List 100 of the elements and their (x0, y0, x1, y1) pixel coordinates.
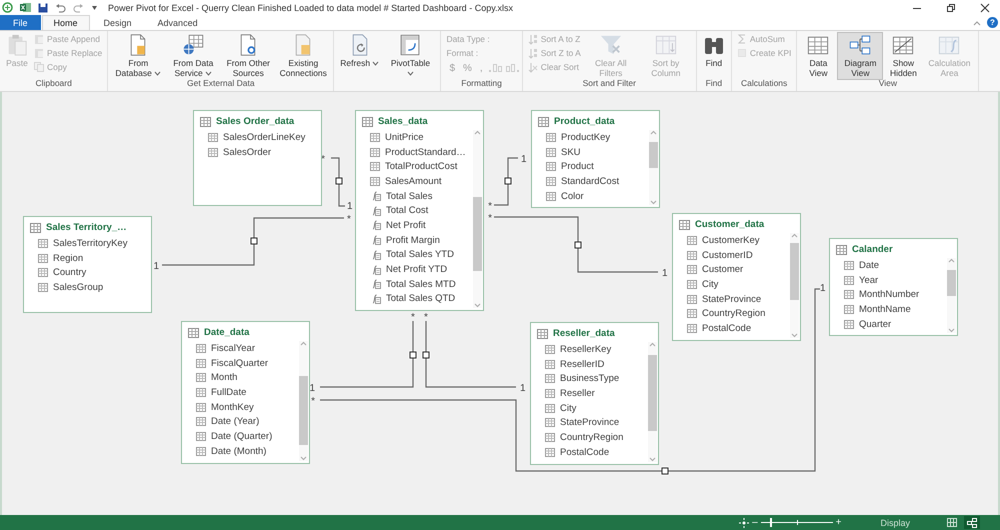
table-field[interactable]: SalesOrder (223, 146, 272, 158)
table-field[interactable]: Net Profit (386, 220, 426, 231)
table-field[interactable]: StandardCost (561, 176, 620, 187)
table-field[interactable]: Date (Month) (211, 446, 266, 457)
ribbon-button[interactable]: Show Hidden (884, 32, 922, 80)
table-field[interactable]: FiscalYear (211, 342, 256, 354)
table-field[interactable]: CountryRegion (560, 432, 624, 443)
table-field[interactable]: Date (Quarter) (211, 430, 272, 442)
table-field[interactable]: ResellerID (560, 358, 604, 370)
close-icon[interactable] (980, 2, 990, 12)
ribbon-button[interactable]: From Other Sources (221, 32, 276, 80)
table-field[interactable]: BusinessType (560, 373, 620, 384)
table-field[interactable]: Reseller (560, 388, 595, 399)
redo-icon[interactable] (73, 2, 84, 12)
table-field[interactable]: Total Cost (386, 205, 428, 216)
table-field[interactable]: Month (211, 372, 238, 384)
slider-thumb[interactable] (770, 518, 772, 527)
table-card[interactable]: Sales_data UnitPrice ProductStandard… TotalProductCost SalesAmount Total Sales Total Cost Net Profit Profit Margin Total Sales YTD Net Profit YTD Total Sales MTD Total Sales QTD (355, 110, 484, 312)
scrollbar[interactable] (299, 341, 308, 460)
view-button[interactable] (944, 516, 960, 529)
table-field[interactable]: Country (53, 267, 86, 278)
table-field[interactable]: Total Sales YTD (386, 249, 454, 260)
table-field[interactable]: ProductStandard… (385, 146, 466, 158)
table-field[interactable]: Customer (702, 264, 744, 276)
ribbon-button[interactable]: Existing Connections (276, 32, 330, 80)
app-icon[interactable] (2, 2, 13, 13)
ribbon-tab[interactable]: Advanced (146, 15, 210, 30)
table-field[interactable]: Year (859, 274, 878, 286)
undo-icon[interactable] (55, 2, 66, 12)
table-field[interactable]: MonthNumber (859, 289, 920, 300)
ribbon-button[interactable]: Find (700, 32, 728, 70)
ribbon-button[interactable]: PivotTable (383, 32, 438, 80)
table-field[interactable]: Date (859, 260, 880, 271)
table-card[interactable]: Date_data FiscalYear FiscalQuarter Month FullDate MonthKey Date (Year) Date (Quarter) Date (Month) (181, 321, 310, 464)
ribbon-tab[interactable]: Design (92, 15, 144, 30)
table-field[interactable]: SalesOrderLineKey (223, 132, 306, 143)
table-field[interactable]: Total Sales (386, 190, 432, 202)
table-field[interactable]: StateProvince (702, 294, 762, 305)
scrollbar[interactable] (473, 130, 482, 308)
table-field[interactable]: Quarter (859, 318, 892, 330)
relationship-line[interactable] (331, 157, 345, 207)
table-field[interactable]: Net Profit YTD (386, 264, 448, 276)
table-field[interactable]: SalesGroup (53, 282, 104, 293)
table-card[interactable]: Calander Date Year MonthNumber MonthName Quarter (829, 238, 958, 336)
scrollbar[interactable] (649, 130, 658, 206)
scroll-down-icon[interactable] (948, 328, 955, 334)
table-field[interactable]: UnitPrice (385, 132, 424, 143)
table-field[interactable]: Color (561, 190, 584, 202)
view-button[interactable] (964, 516, 980, 529)
ribbon-button[interactable]: From Data Service (166, 32, 220, 80)
ribbon-tab[interactable]: Home (42, 15, 90, 30)
scroll-up-icon[interactable] (791, 233, 798, 238)
scroll-down-icon[interactable] (474, 303, 481, 308)
collapse-caret-icon[interactable] (973, 20, 981, 26)
table-field[interactable]: CountryRegion (702, 308, 766, 320)
table-field[interactable]: StateProvince (560, 417, 620, 428)
table-card[interactable]: Reseller_data ResellerKey ResellerID BusinessType Reseller City StateProvince CountryRegion PostalCode (530, 322, 659, 464)
scroll-up-icon[interactable] (948, 258, 955, 263)
scrollbar[interactable] (947, 258, 956, 334)
scroll-up-icon[interactable] (650, 130, 657, 135)
scrollbar[interactable] (790, 233, 799, 338)
table-field[interactable]: Product (561, 161, 594, 172)
table-field[interactable]: CustomerID (702, 250, 753, 261)
file-tab[interactable]: File (0, 15, 41, 30)
scroll-down-icon[interactable] (300, 456, 307, 460)
scroll-up-icon[interactable] (300, 341, 307, 346)
table-field[interactable]: MonthKey (211, 402, 254, 413)
ribbon-button[interactable]: Refresh (337, 32, 382, 70)
table-field[interactable]: PostalCode (560, 446, 610, 458)
table-field[interactable]: Region (53, 252, 84, 264)
restore-icon[interactable] (946, 2, 956, 12)
table-field[interactable]: Total Sales MTD (386, 278, 456, 290)
scroll-up-icon[interactable] (649, 342, 656, 347)
table-card[interactable]: Customer_data CustomerKey CustomerID Customer City StateProvince CountryRegion PostalCode (672, 213, 801, 341)
table-field[interactable]: ProductKey (561, 132, 610, 143)
scroll-up-icon[interactable] (474, 130, 481, 135)
table-field[interactable]: CustomerKey (702, 234, 760, 246)
table-field[interactable]: SalesTerritoryKey (53, 238, 128, 249)
table-card[interactable]: Sales Order_data SalesOrderLineKey SalesOrder (193, 110, 322, 206)
fit-icon[interactable] (739, 518, 750, 528)
table-field[interactable]: FiscalQuarter (211, 358, 268, 369)
table-field[interactable]: SKU (561, 146, 581, 158)
table-field[interactable]: City (560, 402, 576, 414)
zoom-in-button[interactable]: + (832, 517, 844, 528)
save-icon[interactable] (38, 2, 48, 12)
scrollbar[interactable] (648, 342, 657, 462)
ribbon-button[interactable]: From Database (111, 32, 166, 80)
table-field[interactable]: FullDate (211, 386, 246, 398)
table-card[interactable]: Sales Territory_… SalesTerritoryKey Region Country SalesGroup (23, 216, 152, 313)
relationship-line[interactable] (320, 288, 820, 474)
table-field[interactable]: ResellerKey (560, 344, 612, 355)
caret-icon[interactable] (91, 4, 98, 10)
zoom-out-button[interactable]: – (749, 517, 761, 528)
table-field[interactable]: Profit Margin (386, 234, 440, 246)
table-field[interactable]: MonthName (859, 304, 911, 315)
table-card[interactable]: Product_data ProductKey SKU Product StandardCost Color (531, 110, 660, 208)
ribbon-button[interactable]: Diagram View (837, 32, 884, 80)
table-field[interactable]: Date (Year) (211, 416, 260, 428)
excel-icon[interactable] (20, 2, 31, 13)
scroll-down-icon[interactable] (791, 332, 798, 338)
